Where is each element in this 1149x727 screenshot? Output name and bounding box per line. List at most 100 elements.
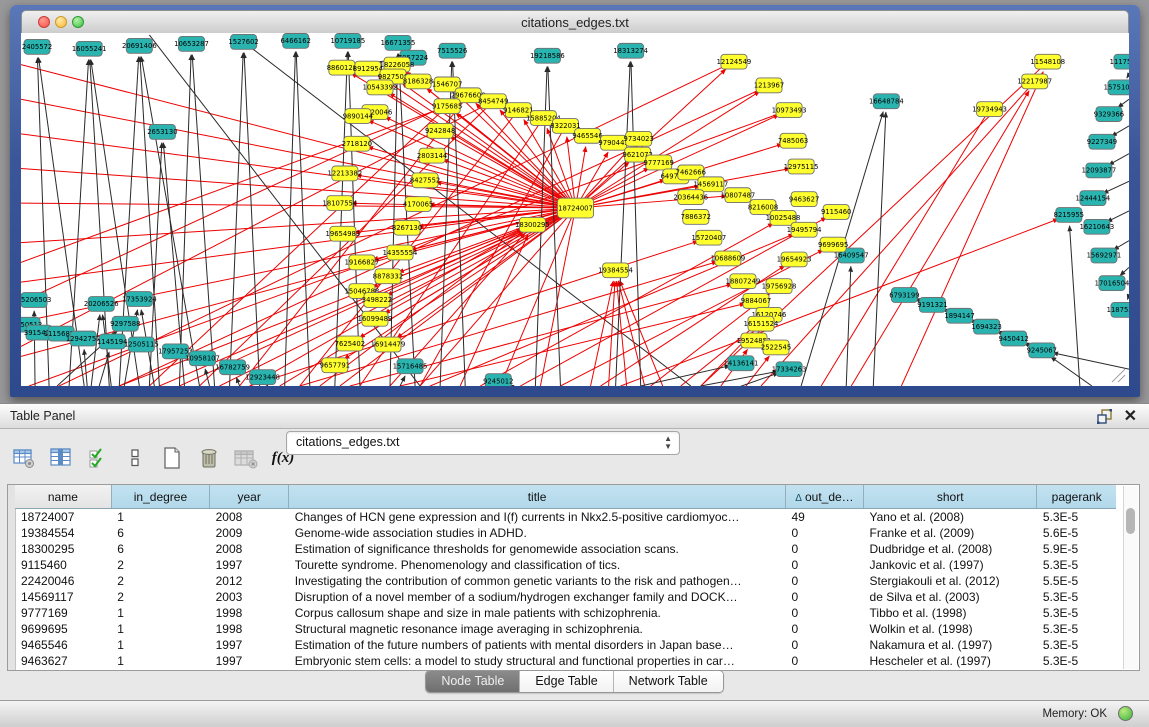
graph-node[interactable]: 19384554 (598, 263, 633, 278)
table-cell[interactable]: Tibbo et al. (1998) (864, 605, 1037, 621)
table-cell[interactable]: 9115460 (15, 557, 111, 573)
graph-node[interactable]: 15720407 (692, 230, 727, 245)
table-cell[interactable]: 1997 (210, 637, 289, 653)
graph-node[interactable]: 7625402 (335, 336, 365, 351)
graph-node[interactable]: 16648784 (869, 94, 904, 109)
table-row[interactable]: 977716911998Corpus callosum shape and si… (15, 605, 1116, 621)
graph-node[interactable]: 10653287 (174, 36, 209, 51)
graph-node[interactable]: 1527602 (228, 34, 258, 49)
network-window[interactable]: citations_edges.txt 24055721605524120691… (10, 5, 1140, 397)
graph-node[interactable]: 12444154 (1076, 191, 1111, 206)
table-cell[interactable]: 18300295 (15, 541, 111, 557)
table-cell[interactable]: 1998 (210, 605, 289, 621)
network-window-titlebar[interactable]: citations_edges.txt (21, 10, 1129, 35)
column-header-in_degree[interactable]: in_degree (111, 485, 209, 509)
new-table-icon[interactable] (160, 446, 184, 470)
table-cell[interactable]: Franke et al. (2009) (864, 525, 1037, 541)
resize-grip-icon[interactable] (1112, 369, 1125, 382)
select-all-icon[interactable] (86, 446, 110, 470)
table-row[interactable]: 1938455462009Genome-wide association stu… (15, 525, 1116, 541)
table-cell[interactable]: 5.6E-5 (1037, 525, 1116, 541)
table-cell[interactable]: 14569117 (15, 589, 111, 605)
graph-node[interactable]: 12124549 (717, 54, 752, 69)
table-cell[interactable]: 1997 (210, 653, 289, 669)
column-header-pagerank[interactable]: pagerank (1037, 485, 1116, 509)
graph-node[interactable]: 8878332 (373, 269, 403, 284)
table-cell[interactable]: 1 (111, 637, 209, 653)
graph-node[interactable]: 9699695 (818, 237, 848, 252)
graph-node[interactable]: 11875334 (1107, 302, 1129, 317)
table-row[interactable]: 1872400712008Changes of HCN gene express… (15, 509, 1116, 526)
graph-node[interactable]: 1213967 (754, 78, 784, 93)
table-cell[interactable]: 6 (111, 541, 209, 557)
table-cell[interactable]: Jankovic et al. (1997) (864, 557, 1037, 573)
table-scrollbar-thumb[interactable] (1126, 508, 1135, 534)
graph-node[interactable]: 9245012 (483, 374, 513, 386)
graph-node[interactable]: 8186328 (403, 74, 433, 89)
graph-node[interactable]: 9734023 (623, 131, 653, 146)
graph-node[interactable]: 9297588 (110, 316, 140, 331)
table-cell[interactable]: 0 (785, 621, 863, 637)
graph-edge[interactable] (179, 55, 191, 386)
table-row[interactable]: 2242004622012Investigating the contribut… (15, 573, 1116, 589)
close-panel-icon[interactable]: ✕ (1124, 406, 1137, 426)
graph-node[interactable]: 8427552 (410, 173, 440, 188)
table-cell[interactable]: Tourette syndrome. Phenomenology and cla… (289, 557, 786, 573)
graph-node[interactable]: 12505115 (124, 337, 159, 352)
graph-node[interactable]: 14136141 (724, 356, 759, 371)
table-cell[interactable]: Genome-wide association studies in ADHD. (289, 525, 786, 541)
graph-node[interactable]: 19166827 (345, 255, 380, 270)
table-cell[interactable]: 5.5E-5 (1037, 573, 1116, 589)
graph-node[interactable]: 10807487 (721, 188, 756, 203)
graph-node[interactable]: 17016504 (1095, 276, 1129, 291)
table-cell[interactable]: 5.9E-5 (1037, 541, 1116, 557)
table-cell[interactable]: 0 (785, 541, 863, 557)
graph-edge[interactable] (1103, 181, 1129, 193)
table-row[interactable]: 946554611997Estimation of the future num… (15, 637, 1116, 653)
graph-node[interactable]: 6466162 (281, 33, 311, 48)
graph-edge[interactable] (21, 134, 576, 208)
tab-edge-table[interactable]: Edge Table (519, 671, 612, 692)
table-cell[interactable]: 9465546 (15, 637, 111, 653)
graph-node[interactable]: 19654983 (326, 226, 361, 241)
resize-grip-icon[interactable] (1118, 375, 1125, 382)
table-cell[interactable]: 1 (111, 509, 209, 526)
graph-node[interactable]: 10973493 (772, 103, 807, 118)
table-cell[interactable]: 2 (111, 557, 209, 573)
graph-edge[interactable] (1107, 211, 1129, 222)
graph-node[interactable]: 16914479 (371, 337, 406, 352)
table-scrollbar[interactable] (1123, 486, 1138, 669)
table-cell[interactable]: 5.3E-5 (1037, 605, 1116, 621)
table-cell[interactable]: 9699695 (15, 621, 111, 637)
tab-node-table[interactable]: Node Table (426, 671, 519, 692)
table-cell[interactable]: Estimation of significance thresholds fo… (289, 541, 786, 557)
graph-node[interactable]: 9777169 (644, 155, 674, 170)
table-cell[interactable]: Corpus callosum shape and size in male p… (289, 605, 786, 621)
graph-edge[interactable] (846, 266, 851, 386)
graph-node[interactable]: 16055241 (72, 41, 107, 56)
table-cell[interactable]: 19384554 (15, 525, 111, 541)
graph-edge[interactable] (250, 241, 699, 386)
table-cell[interactable]: 2008 (210, 541, 289, 557)
graph-edge[interactable] (385, 117, 576, 208)
table-cell[interactable]: Wolkin et al. (1998) (864, 621, 1037, 637)
table-cell[interactable]: 0 (785, 653, 863, 669)
graph-node[interactable]: 19756928 (762, 279, 797, 294)
graph-node[interactable]: 7886372 (681, 210, 711, 225)
table-cell[interactable]: 0 (785, 605, 863, 621)
graph-node[interactable]: 18724007 (557, 198, 593, 218)
graph-edge[interactable] (230, 53, 244, 386)
memory-status-icon[interactable] (1118, 706, 1133, 721)
graph-node[interactable]: 9884067 (741, 294, 771, 309)
table-cell[interactable]: de Silva et al. (2003) (864, 589, 1037, 605)
graph-node[interactable]: 6793199 (889, 288, 919, 303)
graph-node[interactable]: 12213382 (328, 166, 363, 181)
table-cell[interactable]: 5.3E-5 (1037, 557, 1116, 573)
tab-network-table[interactable]: Network Table (613, 671, 723, 692)
table-row[interactable]: 946362711997Embryonic stem cells: a mode… (15, 653, 1116, 669)
graph-node[interactable]: 16782759 (215, 360, 250, 375)
table-cell[interactable]: 18724007 (15, 509, 111, 526)
graph-node[interactable]: 10543392 (363, 80, 398, 95)
table-row[interactable]: 1830029562008Estimation of significance … (15, 541, 1116, 557)
table-cell[interactable]: Investigating the contribution of common… (289, 573, 786, 589)
